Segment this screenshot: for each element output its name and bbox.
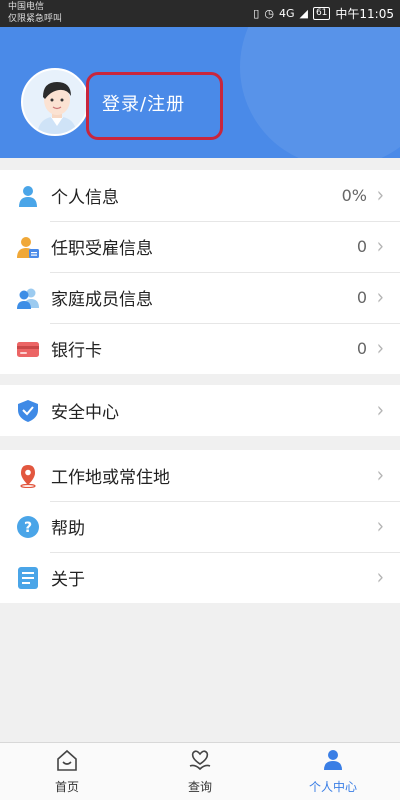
menu-item-about[interactable]: 关于 › bbox=[0, 552, 400, 603]
chevron-right-icon: › bbox=[376, 564, 384, 591]
menu-item-bank-card[interactable]: 银行卡 0 › bbox=[0, 323, 400, 374]
chevron-right-icon: › bbox=[376, 513, 384, 540]
employment-icon bbox=[17, 237, 39, 258]
menu-item-employment-info[interactable]: 任职受雇信息 0 › bbox=[0, 221, 400, 272]
carrier-name: 中国电信 bbox=[8, 2, 45, 12]
menu-item-value: 0 bbox=[356, 339, 367, 358]
menu-item-label: 工作地或常住地 bbox=[51, 468, 170, 488]
chevron-right-icon: › bbox=[376, 462, 384, 489]
tab-label: 查询 bbox=[187, 780, 212, 794]
tab-profile[interactable]: 个人中心 bbox=[266, 743, 400, 800]
tab-label: 个人中心 bbox=[308, 780, 357, 794]
profile-header: 登录/注册 bbox=[0, 27, 400, 158]
security-group: 安全中心 › bbox=[0, 385, 400, 436]
login-register-link[interactable]: 登录/注册 bbox=[102, 90, 185, 116]
menu-item-label: 个人信息 bbox=[51, 188, 119, 208]
status-icons: ▯ ◷ 4G ◢ 61 中午11:05 bbox=[253, 5, 394, 22]
signal-icon: ◢ bbox=[299, 7, 308, 20]
alarm-icon: ◷ bbox=[264, 7, 274, 20]
tab-query[interactable]: 查询 bbox=[133, 743, 267, 800]
tab-label: 首页 bbox=[54, 780, 79, 794]
menu-item-label: 任职受雇信息 bbox=[51, 239, 153, 259]
svg-text:?: ? bbox=[24, 520, 32, 536]
menu-item-value: 0 bbox=[356, 288, 367, 307]
chevron-right-icon: › bbox=[376, 397, 384, 424]
menu-item-value: 0% bbox=[341, 186, 367, 205]
tab-home[interactable]: 首页 bbox=[0, 743, 134, 800]
default-avatar-icon bbox=[37, 82, 77, 134]
about-icon bbox=[18, 567, 38, 589]
battery-level: 61 bbox=[312, 7, 331, 20]
menu-item-work-location[interactable]: 工作地或常住地 › bbox=[0, 450, 400, 501]
location-pin-icon bbox=[20, 465, 36, 488]
menu-item-label: 关于 bbox=[51, 570, 85, 590]
vibrate-icon: ▯ bbox=[253, 7, 260, 20]
profile-icon bbox=[324, 750, 342, 770]
avatar[interactable] bbox=[21, 68, 89, 136]
family-icon bbox=[17, 288, 39, 309]
network-type: 4G bbox=[278, 7, 295, 20]
menu-item-label: 银行卡 bbox=[51, 341, 102, 361]
chevron-right-icon: › bbox=[376, 182, 384, 209]
menu-item-value: 0 bbox=[356, 237, 367, 256]
chevron-right-icon: › bbox=[376, 284, 384, 311]
menu-item-label: 帮助 bbox=[51, 519, 85, 539]
carrier-info: 中国电信 仅限紧急呼叫 bbox=[8, 1, 62, 25]
emergency-only-label: 仅限紧急呼叫 bbox=[8, 14, 63, 24]
other-group: 工作地或常住地 › ? 帮助 › 关于 › bbox=[0, 450, 400, 603]
clock: 中午11:05 bbox=[335, 7, 394, 21]
menu-item-personal-info[interactable]: 个人信息 0% › bbox=[0, 170, 400, 221]
help-icon: ? bbox=[17, 516, 39, 538]
home-icon bbox=[57, 749, 77, 771]
menu-item-help[interactable]: ? 帮助 › bbox=[0, 501, 400, 552]
shield-icon bbox=[18, 400, 38, 422]
menu-item-label: 安全中心 bbox=[51, 403, 119, 423]
person-icon bbox=[19, 186, 37, 207]
info-group: 个人信息 0% › 任职受雇信息 0 › 家庭成员信息 0 › 银行卡 0 › bbox=[0, 170, 400, 374]
status-bar: 中国电信 仅限紧急呼叫 ▯ ◷ 4G ◢ 61 中午11:05 bbox=[0, 0, 400, 27]
chevron-right-icon: › bbox=[376, 233, 384, 260]
menu-item-family-info[interactable]: 家庭成员信息 0 › bbox=[0, 272, 400, 323]
menu-item-security-center[interactable]: 安全中心 › bbox=[0, 385, 400, 436]
heart-hand-icon bbox=[189, 750, 211, 771]
chevron-right-icon: › bbox=[376, 335, 384, 362]
menu-item-label: 家庭成员信息 bbox=[51, 290, 153, 310]
bank-card-icon bbox=[17, 342, 39, 357]
bottom-tab-bar: 首页 查询 个人中心 bbox=[0, 742, 400, 800]
